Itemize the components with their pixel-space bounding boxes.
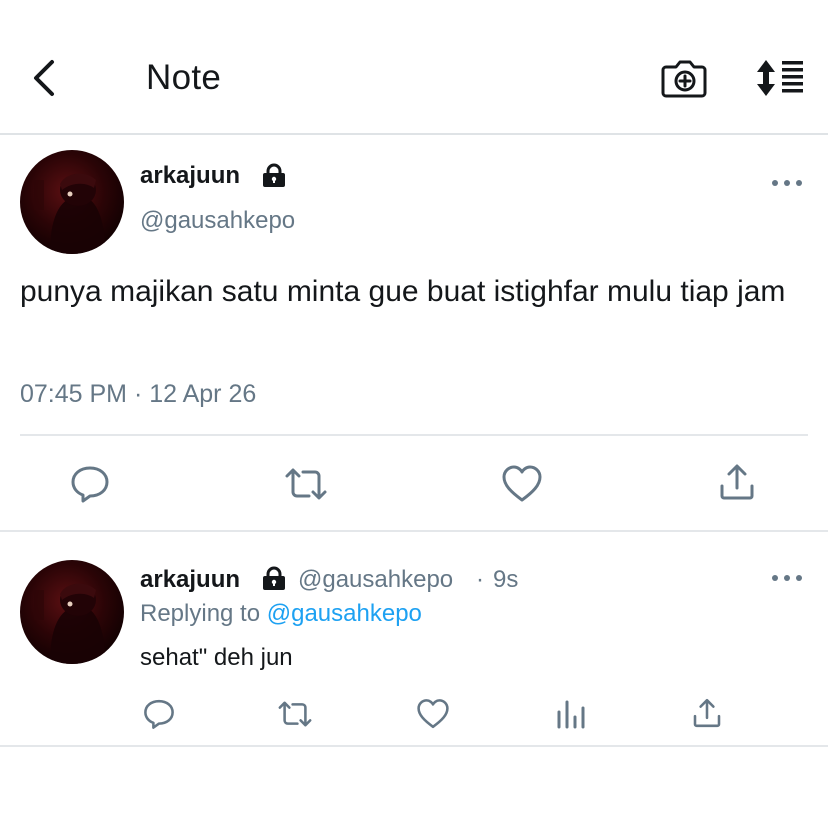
page-title: Note	[146, 58, 222, 97]
user-handle[interactable]: @gausahkepo	[298, 566, 453, 594]
chevron-left-icon	[34, 60, 54, 96]
camera-button[interactable]	[660, 56, 708, 100]
back-button[interactable]	[24, 56, 64, 100]
mention-link[interactable]: @gausahkepo	[267, 600, 422, 627]
like-icon	[502, 465, 542, 502]
analytics-button[interactable]	[556, 698, 586, 730]
separator-dot: ·	[476, 566, 484, 593]
retweet-button[interactable]	[283, 464, 329, 504]
lock-icon	[263, 566, 285, 590]
replying-to-label: Replying to @gausahkepo	[140, 600, 422, 628]
sort-list-icon	[757, 60, 803, 96]
reply-icon	[144, 699, 174, 729]
like-button[interactable]	[416, 698, 450, 730]
retweet-icon	[285, 468, 327, 500]
user-handle[interactable]: @gausahkepo	[140, 207, 295, 235]
avatar[interactable]	[20, 150, 124, 254]
top-navigation-bar: Note	[0, 0, 828, 135]
lock-icon	[263, 163, 285, 187]
share-button[interactable]	[717, 462, 757, 502]
more-options-icon[interactable]	[770, 173, 804, 193]
share-button[interactable]	[691, 697, 723, 729]
analytics-icon	[557, 700, 585, 729]
display-name[interactable]: arkajuun	[140, 566, 240, 594]
tweet-timestamp: 07:45 PM · 12 Apr 26	[20, 380, 257, 408]
profile-photo	[34, 583, 106, 664]
avatar[interactable]	[20, 560, 124, 664]
reply-text: sehat" deh jun	[140, 644, 293, 671]
retweet-button[interactable]	[276, 698, 314, 730]
like-icon	[417, 699, 449, 729]
more-options-icon[interactable]	[770, 568, 804, 588]
divider	[20, 434, 808, 436]
divider	[0, 745, 828, 747]
reply-button[interactable]	[143, 698, 175, 730]
reply-button[interactable]	[70, 464, 110, 504]
retweet-icon	[278, 701, 312, 727]
tweet-text: punya majikan satu minta gue buat istigh…	[20, 275, 786, 308]
camera-add-icon	[661, 60, 707, 98]
reply-time: 9s	[493, 566, 519, 593]
sort-button[interactable]	[752, 56, 808, 100]
like-button[interactable]	[501, 464, 543, 504]
replying-prefix: Replying to	[140, 600, 261, 627]
profile-photo	[34, 173, 106, 254]
reply-icon	[71, 466, 109, 503]
divider	[0, 530, 828, 532]
share-icon	[720, 464, 754, 500]
display-name[interactable]: arkajuun	[140, 162, 240, 190]
share-icon	[693, 698, 721, 728]
